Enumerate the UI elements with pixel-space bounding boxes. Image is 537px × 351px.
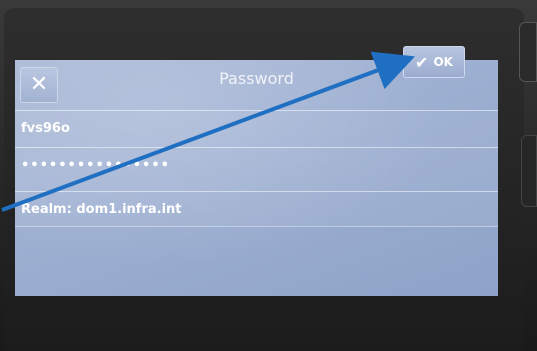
check-icon: ✔ bbox=[415, 52, 429, 72]
username-field[interactable]: fvs96o bbox=[15, 110, 498, 146]
realm-label: Realm: dom1.infra.int bbox=[21, 201, 182, 217]
ok-label: OK bbox=[433, 55, 453, 69]
touch-screen: ✕ Password fvs96o •••••••••••••••• Realm… bbox=[15, 60, 498, 296]
realm-field: Realm: dom1.infra.int bbox=[15, 191, 498, 227]
close-button[interactable]: ✕ bbox=[20, 67, 58, 103]
username-value: fvs96o bbox=[21, 121, 70, 136]
page-title: Password bbox=[219, 69, 294, 88]
ok-button[interactable]: ✔ OK bbox=[403, 46, 465, 78]
photo-frame: ✕ Password fvs96o •••••••••••••••• Realm… bbox=[0, 0, 537, 351]
close-icon: ✕ bbox=[29, 72, 49, 97]
hardware-button-top bbox=[519, 22, 537, 82]
password-masked-value: •••••••••••••••• bbox=[21, 158, 170, 173]
hardware-button-bottom bbox=[521, 135, 537, 207]
password-field[interactable]: •••••••••••••••• bbox=[15, 147, 498, 183]
